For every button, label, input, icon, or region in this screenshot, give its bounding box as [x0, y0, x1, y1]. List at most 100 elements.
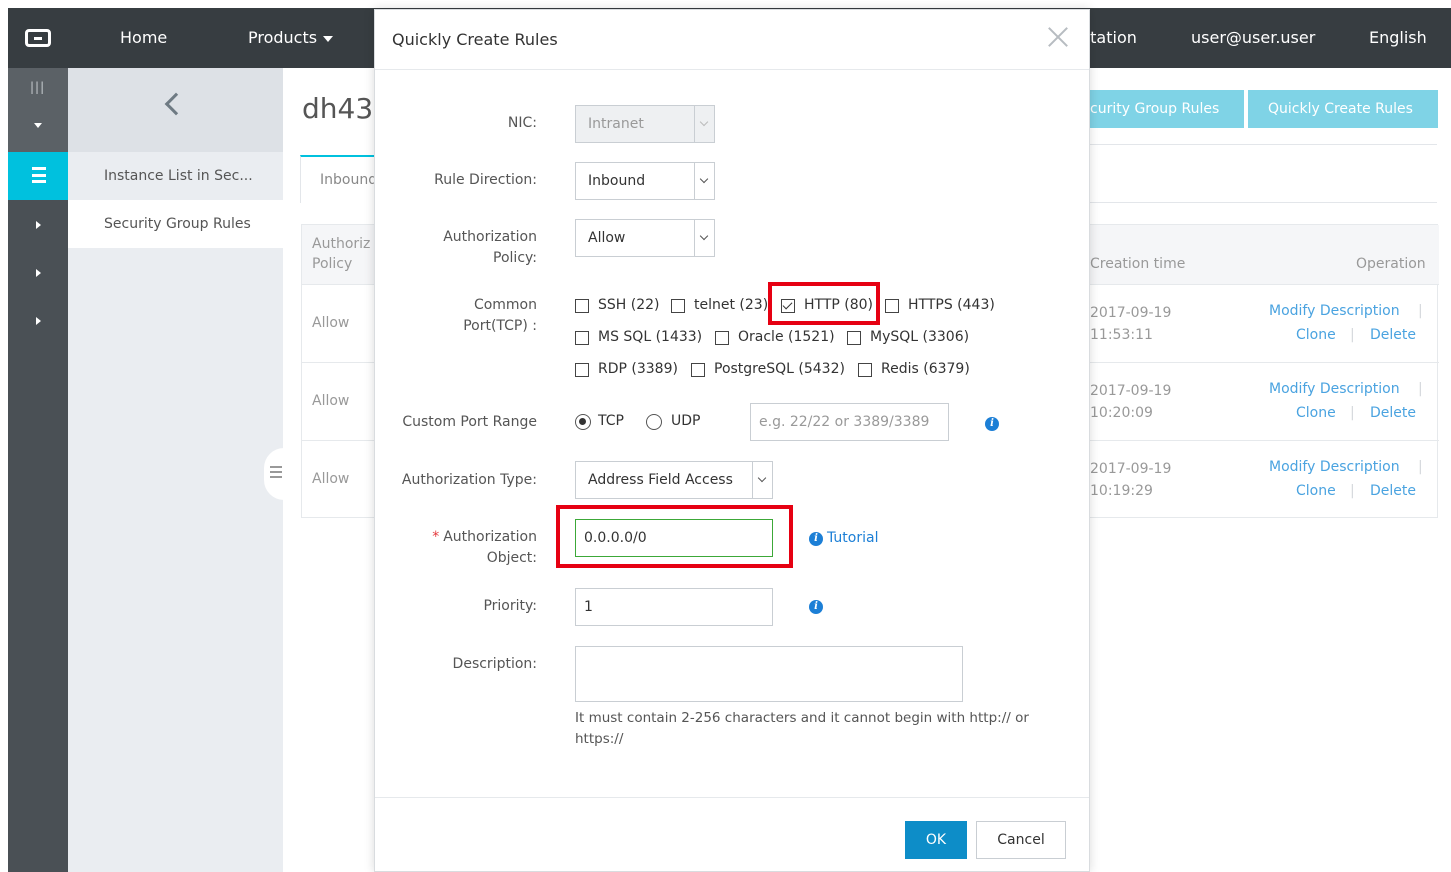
column-header-creation-time: Creation time	[1090, 256, 1186, 272]
chevron-left-icon[interactable]	[164, 92, 188, 116]
rail-item-active[interactable]	[8, 152, 68, 200]
checkbox-mysql[interactable]	[847, 331, 861, 345]
table-cell-creation-time: 2017-09-19 10:20:09	[1090, 380, 1171, 424]
description-textarea[interactable]	[575, 646, 963, 702]
caret-down-icon[interactable]	[34, 123, 42, 128]
dialog-footer-divider	[375, 797, 1089, 798]
priority-input[interactable]: 1	[575, 588, 773, 626]
clone-link[interactable]: Clone	[1296, 405, 1336, 421]
chevron-down-icon	[694, 106, 714, 142]
label-line: Object:	[486, 550, 537, 566]
separator: |	[1418, 381, 1423, 397]
custom-port-range-label: Custom Port Range	[402, 414, 537, 430]
quick-create-rules-dialog: Quickly Create Rules NIC: Intranet Rule …	[374, 9, 1090, 872]
checkbox-rdp[interactable]	[575, 363, 589, 377]
logo-icon[interactable]	[8, 8, 68, 68]
radio-udp[interactable]	[646, 414, 662, 430]
rail-expand-arrow-icon[interactable]	[36, 221, 41, 229]
table-cell-policy: Allow	[312, 315, 350, 331]
common-port-label: Common Port(TCP) :	[463, 295, 537, 337]
dialog-title: Quickly Create Rules	[392, 30, 558, 49]
close-icon[interactable]	[1047, 26, 1069, 48]
authorization-type-label: Authorization Type:	[401, 472, 537, 488]
checkbox-https-label: HTTPS (443)	[908, 297, 995, 313]
authorization-type-select[interactable]: Address Field Access	[575, 461, 773, 499]
clone-link[interactable]: Clone	[1296, 483, 1336, 499]
modify-description-link[interactable]: Modify Description	[1269, 381, 1400, 397]
nav-home[interactable]: Home	[120, 8, 167, 68]
rule-direction-label: Rule Direction:	[434, 172, 537, 188]
nav-products-label: Products	[248, 28, 318, 47]
checkbox-oracle[interactable]	[715, 331, 729, 345]
time-text: 10:19:29	[1090, 483, 1153, 499]
radio-tcp[interactable]	[575, 414, 591, 430]
nav-language[interactable]: English	[1369, 8, 1427, 68]
radio-udp-label: UDP	[671, 413, 701, 429]
divider	[1089, 202, 1437, 203]
separator: |	[1350, 327, 1355, 343]
checkbox-mssql[interactable]	[575, 331, 589, 345]
table-cell-creation-time: 2017-09-19 11:53:11	[1090, 302, 1171, 346]
quickly-create-rules-button[interactable]: Quickly Create Rules	[1248, 90, 1438, 128]
checkbox-rdp-label: RDP (3389)	[598, 361, 678, 377]
nic-select-value: Intranet	[588, 116, 644, 132]
cancel-button[interactable]: Cancel	[976, 821, 1066, 859]
tutorial-link[interactable]: Tutorial	[827, 530, 878, 546]
radio-tcp-label: TCP	[598, 413, 624, 429]
label-text: Authorization	[443, 529, 537, 545]
separator: |	[1418, 459, 1423, 475]
info-icon[interactable]: i	[809, 600, 823, 614]
menu-bars-icon[interactable]: |||	[30, 80, 45, 94]
date-text: 2017-09-19	[1090, 383, 1172, 399]
checkbox-https[interactable]	[885, 299, 899, 313]
checkbox-telnet[interactable]	[671, 299, 685, 313]
time-text: 10:20:09	[1090, 405, 1153, 421]
rail-header: |||	[8, 68, 68, 152]
table-cell-creation-time: 2017-09-19 10:19:29	[1090, 458, 1171, 502]
column-header-policy: Authoriz Policy	[312, 236, 371, 272]
checkbox-redis-label: Redis (6379)	[881, 361, 970, 377]
authorization-policy-select[interactable]: Allow	[575, 219, 715, 257]
chevron-down-icon	[752, 462, 772, 498]
label-line: * Authorization	[432, 527, 537, 548]
modify-description-link[interactable]: Modify Description	[1269, 303, 1400, 319]
checkbox-mysql-label: MySQL (3306)	[870, 329, 970, 345]
modify-description-link[interactable]: Modify Description	[1269, 459, 1400, 475]
nic-label: NIC:	[507, 115, 537, 131]
delete-link[interactable]: Delete	[1370, 405, 1416, 421]
table-cell-policy: Allow	[312, 393, 350, 409]
info-icon: i	[809, 532, 823, 546]
nav-user-account[interactable]: user@user.user	[1191, 8, 1315, 68]
checkbox-ssh[interactable]	[575, 299, 589, 313]
clone-link[interactable]: Clone	[1296, 327, 1336, 343]
priority-label: Priority:	[483, 598, 537, 614]
checkbox-postgresql[interactable]	[691, 363, 705, 377]
authorization-policy-label: Authorization Policy:	[443, 227, 537, 269]
required-marker: *	[432, 529, 440, 545]
checkbox-oracle-label: Oracle (1521)	[738, 329, 835, 345]
description-help-text: It must contain 2-256 characters and it …	[575, 710, 1029, 747]
rule-direction-select[interactable]: Inbound	[575, 162, 715, 200]
add-security-group-rules-button[interactable]: curity Group Rules	[1072, 90, 1244, 128]
rail-expand-arrow-icon[interactable]	[36, 269, 41, 277]
sidebar-item-instance-list[interactable]: Instance List in Sec...	[68, 152, 283, 200]
delete-link[interactable]: Delete	[1370, 483, 1416, 499]
delete-link[interactable]: Delete	[1370, 327, 1416, 343]
list-icon	[270, 466, 282, 468]
sidebar-item-security-group-rules[interactable]: Security Group Rules	[68, 200, 283, 248]
nav-products[interactable]: Products	[248, 8, 334, 68]
info-icon[interactable]: i	[985, 417, 999, 431]
authorization-policy-value: Allow	[588, 230, 626, 246]
description-label: Description:	[452, 656, 537, 672]
column-header-operation: Operation	[1356, 256, 1426, 272]
checkbox-ssh-label: SSH (22)	[598, 297, 660, 313]
chevron-down-icon	[694, 220, 714, 256]
custom-port-range-input[interactable]: e.g. 22/22 or 3389/3389	[750, 403, 949, 441]
dialog-header: Quickly Create Rules	[375, 10, 1089, 70]
ok-button[interactable]: OK	[905, 821, 967, 859]
nic-select: Intranet	[575, 105, 715, 143]
checkbox-redis[interactable]	[858, 363, 872, 377]
rail-expand-arrow-icon[interactable]	[36, 317, 41, 325]
label-line: Policy:	[493, 250, 537, 266]
rule-direction-value: Inbound	[588, 173, 646, 189]
